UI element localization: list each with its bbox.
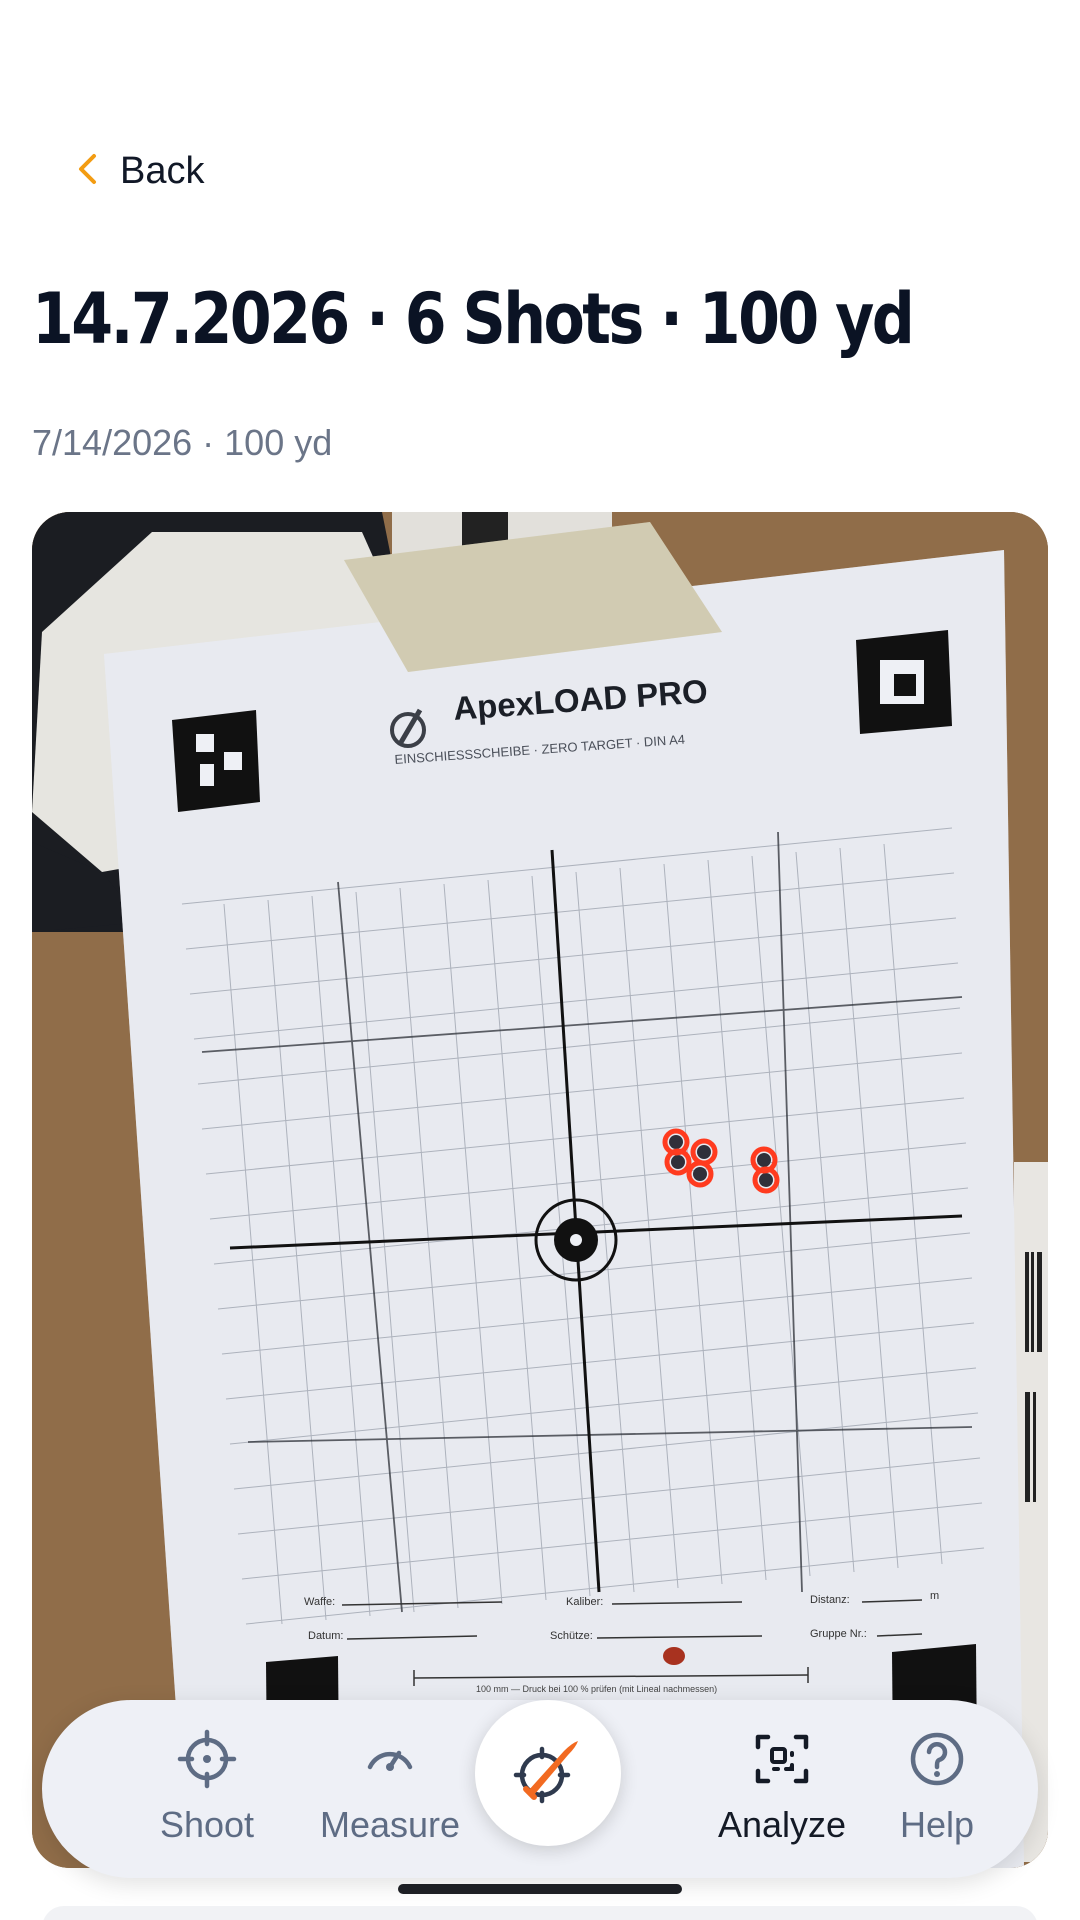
home-indicator	[398, 1884, 682, 1894]
nav-help[interactable]: Help	[842, 1700, 1032, 1878]
back-label: Back	[120, 150, 205, 192]
back-button[interactable]: Back	[74, 150, 204, 193]
help-circle-icon	[905, 1732, 969, 1796]
scan-icon	[750, 1733, 814, 1796]
target-photo[interactable]: ApexLOAD PRO EINSCHIESSSCHEIBE · ZERO TA…	[32, 512, 1048, 1868]
nav-measure[interactable]: Measure	[275, 1700, 505, 1878]
form-field-unit: m	[930, 1590, 940, 1602]
page-title: 14.7.2026 · 6 Shots · 100 yd	[32, 278, 915, 360]
ruler-note: 100 mm — Druck bei 100 % prüfen (mit Lin…	[476, 1684, 718, 1694]
center-action-button[interactable]	[475, 1700, 621, 1846]
fiducial-top-left	[172, 710, 260, 812]
nav-analyze-label: Analyze	[717, 1803, 847, 1845]
fiducial-top-right	[856, 630, 952, 734]
page-subtitle: 7/14/2026 · 100 yd	[32, 422, 333, 463]
form-field-datum: Datum:	[308, 1630, 344, 1642]
crosshair-icon	[175, 1729, 239, 1796]
chevron-left-icon	[74, 152, 100, 191]
bottom-sheet-peek[interactable]	[42, 1906, 1038, 1920]
target-bullet-icon	[506, 1729, 590, 1818]
form-field-waffe: Waffe:	[304, 1596, 336, 1608]
nav-help-label: Help	[899, 1803, 975, 1845]
form-field-gruppe: Gruppe Nr.:	[810, 1628, 867, 1640]
nav-shoot-label: Shoot	[159, 1803, 255, 1845]
form-field-schuetze: Schütze:	[550, 1630, 593, 1642]
form-field-distanz: Distanz:	[810, 1594, 850, 1606]
form-field-kaliber: Kaliber:	[566, 1596, 604, 1608]
nav-measure-label: Measure	[319, 1803, 461, 1845]
gauge-icon	[358, 1733, 422, 1796]
